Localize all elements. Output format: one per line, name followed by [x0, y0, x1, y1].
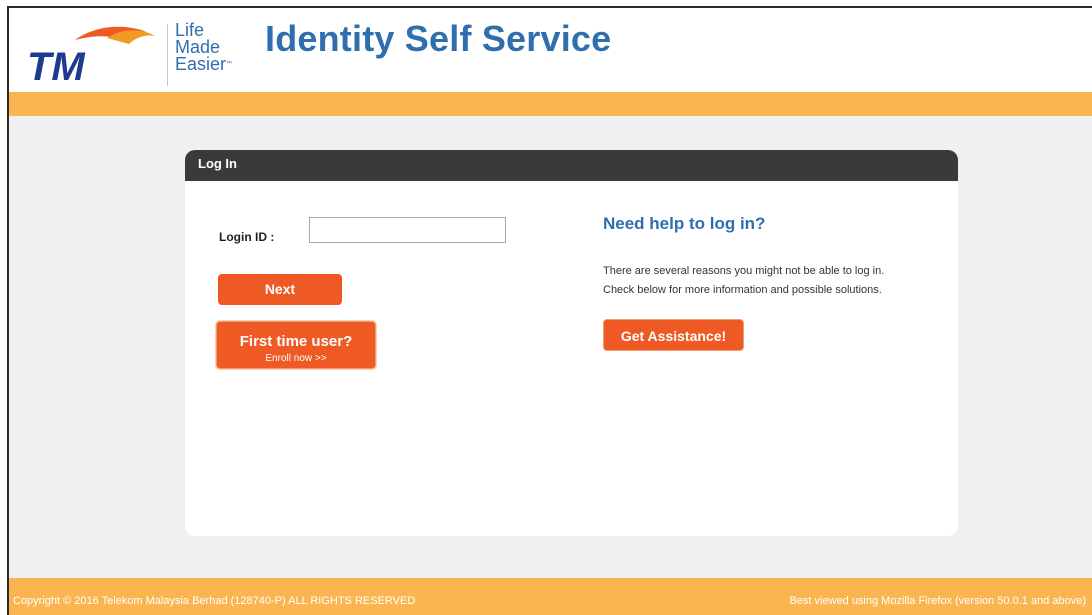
tagline-line-3-text: Easier	[175, 54, 227, 74]
enroll-button-subtitle: Enroll now >>	[265, 352, 327, 364]
login-panel: Log In Login ID : Next First time user? …	[185, 150, 958, 536]
login-id-label: Login ID :	[219, 230, 275, 244]
get-assistance-button[interactable]: Get Assistance!	[603, 319, 744, 351]
site-header: TM Life Made Easier™ Identity Self Servi…	[9, 8, 1092, 92]
enroll-button[interactable]: First time user? Enroll now >>	[216, 321, 376, 369]
copyright-text: Copyright © 2016 Telekom Malaysia Berhad…	[13, 595, 416, 607]
enroll-button-title: First time user?	[239, 332, 353, 350]
next-button[interactable]: Next	[218, 274, 342, 305]
brand-tagline: Life Made Easier™	[175, 21, 233, 74]
logo-divider	[167, 24, 168, 86]
help-line-1: There are several reasons you might not …	[603, 265, 885, 277]
page-frame: TM Life Made Easier™ Identity Self Servi…	[7, 6, 1092, 615]
tagline-line-3: Easier™	[175, 54, 233, 74]
site-footer: Copyright © 2016 Telekom Malaysia Berhad…	[9, 578, 1092, 615]
page-title: Identity Self Service	[265, 18, 612, 59]
help-heading: Need help to log in?	[603, 214, 766, 233]
login-id-input[interactable]	[309, 217, 506, 243]
brand-logo-area: TM Life Made Easier™	[27, 18, 247, 88]
login-panel-title: Log In	[185, 150, 958, 181]
tm-logo: TM	[27, 26, 155, 84]
browser-recommendation: Best viewed using Mozilla Firefox (versi…	[789, 595, 1086, 607]
help-line-2: Check below for more information and pos…	[603, 284, 882, 296]
trademark-symbol: ™	[226, 61, 233, 67]
svg-text:TM: TM	[27, 45, 86, 84]
help-description: There are several reasons you might not …	[603, 262, 933, 300]
header-accent-bar	[9, 92, 1092, 116]
